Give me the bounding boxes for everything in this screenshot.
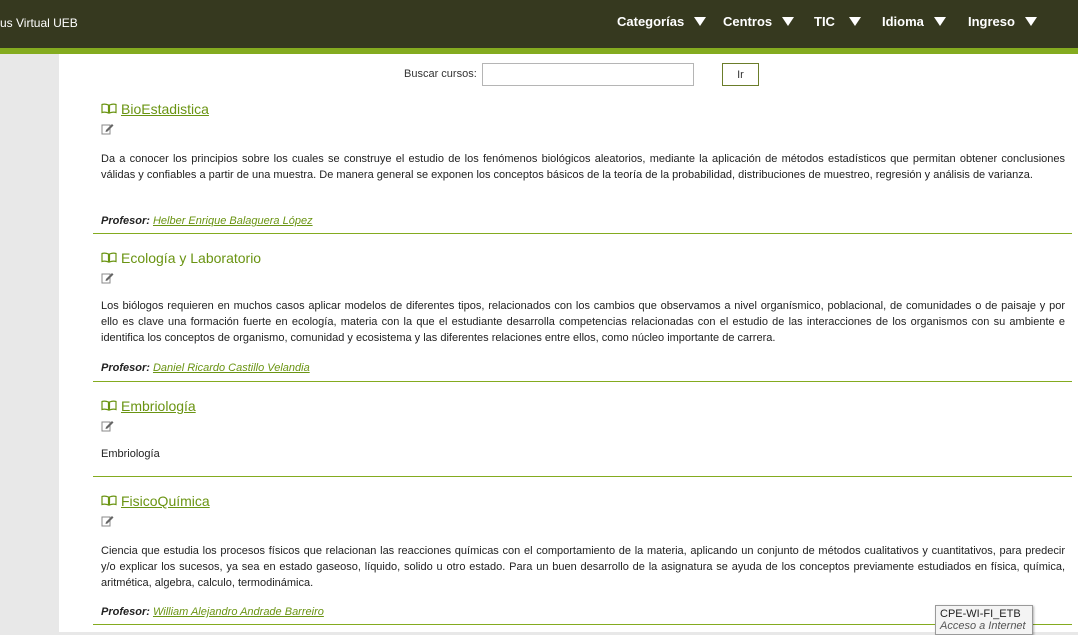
search-label: Buscar cursos:: [404, 68, 477, 80]
course-item: Ecología y Laboratorio Los biólogos requ…: [93, 250, 1072, 382]
nav-tic[interactable]: TIC: [814, 14, 861, 29]
nav-ingreso[interactable]: Ingreso: [968, 14, 1037, 29]
course-search: Buscar cursos: Ir: [59, 63, 1078, 87]
course-link[interactable]: BioEstadistica: [121, 101, 209, 117]
edit-note-icon: [101, 514, 114, 532]
course-teacher: Profesor: William Alejandro Andrade Barr…: [101, 606, 324, 618]
course-title: BioEstadistica: [101, 101, 209, 117]
course-item: Embriología Embriología: [93, 398, 1072, 477]
book-icon: [101, 250, 117, 266]
course-link[interactable]: FisicoQuímica: [121, 493, 210, 509]
search-go-button[interactable]: Ir: [722, 63, 759, 86]
teacher-label: Profesor:: [101, 215, 150, 227]
course-description: Embriología: [101, 448, 160, 460]
course-description: Los biólogos requieren en muchos casos a…: [101, 300, 1065, 344]
caret-down-icon: [694, 17, 707, 26]
book-icon: [101, 398, 117, 414]
course-teacher: Profesor: Helber Enrique Balaguera López: [101, 215, 313, 227]
course-description: Ciencia que estudia los procesos físicos…: [101, 545, 1065, 589]
tooltip-network-status: Acceso a Internet: [940, 620, 1026, 632]
caret-down-icon: [1024, 17, 1037, 26]
nav-idioma[interactable]: Idioma: [882, 14, 946, 29]
teacher-link[interactable]: William Alejandro Andrade Barreiro: [153, 606, 324, 618]
edit-note-icon: [101, 419, 114, 437]
search-input[interactable]: [482, 63, 694, 86]
book-icon: [101, 101, 117, 117]
course-title: FisicoQuímica: [101, 493, 210, 509]
caret-down-icon: [848, 17, 861, 26]
caret-down-icon: [782, 17, 795, 26]
nav-categorias[interactable]: Categorías: [617, 14, 707, 29]
main-nav: Categorías Centros TIC Idioma Ingreso: [0, 14, 1078, 34]
edit-note-icon: [101, 122, 114, 140]
network-tooltip: CPE-WI-FI_ETB Acceso a Internet: [935, 605, 1033, 635]
nav-label: Categorías: [617, 14, 685, 29]
course-item: BioEstadistica Da a conocer los principi…: [93, 101, 1072, 234]
nav-centros[interactable]: Centros: [723, 14, 795, 29]
tooltip-network-name: CPE-WI-FI_ETB: [940, 608, 1021, 620]
top-navigation-bar: us Virtual UEB Categorías Centros TIC Id…: [0, 0, 1078, 48]
course-title: Ecología y Laboratorio: [101, 250, 261, 266]
edit-note-icon: [101, 271, 114, 289]
course-link[interactable]: Embriología: [121, 398, 196, 414]
course-description: Da a conocer los principios sobre los cu…: [101, 153, 1065, 181]
teacher-link[interactable]: Helber Enrique Balaguera López: [153, 215, 313, 227]
nav-label: TIC: [814, 14, 835, 29]
course-item: FisicoQuímica Ciencia que estudia los pr…: [93, 493, 1072, 625]
nav-label: Idioma: [882, 14, 924, 29]
nav-label: Ingreso: [968, 14, 1015, 29]
caret-down-icon: [933, 17, 946, 26]
course-teacher: Profesor: Daniel Ricardo Castillo Veland…: [101, 362, 310, 374]
course-title: Embriología: [101, 398, 196, 414]
teacher-link[interactable]: Daniel Ricardo Castillo Velandia: [153, 362, 310, 374]
teacher-label: Profesor:: [101, 362, 150, 374]
main-content: Buscar cursos: Ir BioEstadistica Da a co…: [59, 54, 1078, 632]
book-icon: [101, 493, 117, 509]
nav-label: Centros: [723, 14, 773, 29]
course-link[interactable]: Ecología y Laboratorio: [121, 250, 261, 266]
teacher-label: Profesor:: [101, 606, 150, 618]
